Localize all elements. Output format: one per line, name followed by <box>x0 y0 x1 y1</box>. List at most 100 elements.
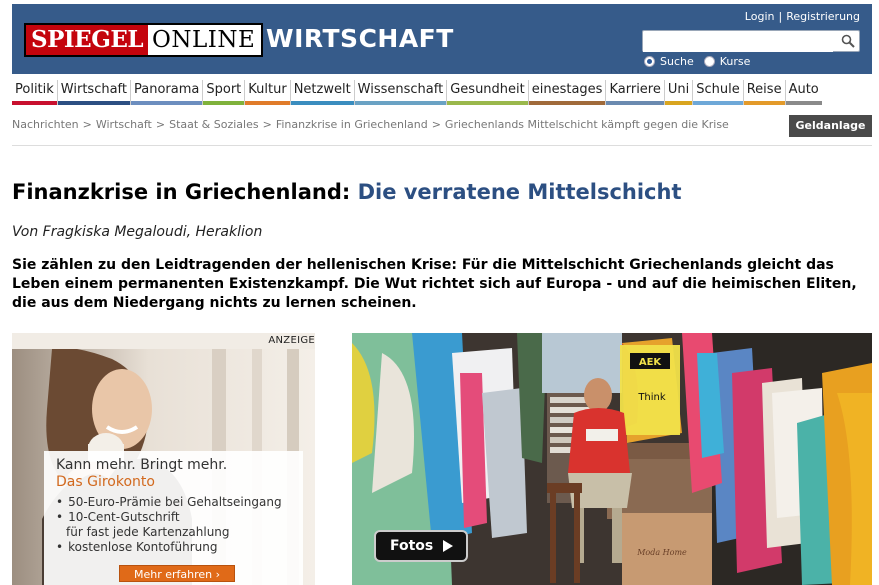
breadcrumb-item[interactable]: Nachrichten <box>12 118 79 131</box>
radio-kurse-label: Kurse <box>719 55 751 68</box>
user-links-separator: | <box>778 10 783 23</box>
search-input[interactable] <box>643 32 833 52</box>
breadcrumb-current: Griechenlands Mittelschicht kämpft gegen… <box>444 118 729 131</box>
advertisement[interactable]: ANZEIGE Kann mehr. Bringt mehr. Das Giro… <box>12 333 315 585</box>
headline-title: Die verratene Mittelschicht <box>357 180 682 204</box>
nav-color-bar <box>693 101 743 105</box>
nav-color-bar <box>203 101 245 105</box>
logo-spiegel: SPIEGEL <box>26 25 149 55</box>
ad-text-card: Kann mehr. Bringt mehr. Das Girokonto • 5… <box>44 451 303 585</box>
search-scope: Suche Kurse <box>644 55 750 68</box>
nav-item-wissenschaft[interactable]: Wissenschaft <box>354 80 448 105</box>
ad-bullet-text: 10-Cent-Gutschrift <box>68 510 180 524</box>
ad-bullet-text: 50-Euro-Prämie bei Gehaltseingang <box>68 495 282 509</box>
nav-item-reise[interactable]: Reise <box>743 80 786 105</box>
search-box <box>642 30 860 52</box>
svg-text:Moda Home: Moda Home <box>636 548 687 557</box>
search-icon[interactable] <box>841 34 855 48</box>
nav-label: einestages <box>531 82 603 97</box>
nav-label: Politik <box>15 82 54 97</box>
nav-color-bar <box>528 101 606 105</box>
ad-bullet-text: kostenlose Kontoführung <box>68 540 218 554</box>
nav-item-schule[interactable]: Schule <box>693 80 744 105</box>
nav-item-uni[interactable]: Uni <box>664 80 694 105</box>
article-headline: Finanzkrise in Griechenland: Die verrate… <box>12 180 682 204</box>
ad-bullet: • kostenlose Kontoführung <box>56 540 303 555</box>
nav-item-auto[interactable]: Auto <box>785 80 822 105</box>
user-links: Login | Registrierung <box>745 10 860 23</box>
breadcrumb: Nachrichten > Wirtschaft > Staat & Soziales >… <box>12 118 729 131</box>
svg-text:AEK: AEK <box>639 357 663 368</box>
nav-label: Reise <box>746 82 782 97</box>
breadcrumb-separator: > <box>262 118 272 131</box>
breadcrumb-separator: > <box>82 118 92 131</box>
nav-color-bar <box>606 101 664 105</box>
svg-text:Think: Think <box>637 392 666 403</box>
login-link[interactable]: Login <box>745 10 775 23</box>
geldanlage-button[interactable]: Geldanlage <box>789 115 872 137</box>
nav-item-panorama[interactable]: Panorama <box>131 80 204 105</box>
article-author: Von Fragkiska Megaloudi, Heraklion <box>12 224 263 240</box>
ad-bullet-list: • 50-Euro-Prämie bei Gehaltseingang • 10-C… <box>56 495 303 555</box>
nav-color-bar <box>12 101 57 105</box>
ad-bullet: • 50-Euro-Prämie bei Gehaltseingang <box>56 495 303 510</box>
nav-label: Karriere <box>609 82 661 97</box>
main-navigation: Politik Wirtschaft Panorama Sport Kultur… <box>12 80 872 106</box>
radio-checked-icon <box>644 56 655 67</box>
nav-label: Uni <box>667 82 690 97</box>
ad-bullet: • 10-Cent-Gutschrift <box>56 510 303 525</box>
bullet-icon: • <box>56 510 64 524</box>
breadcrumb-item[interactable]: Staat & Soziales <box>169 118 259 131</box>
article-teaser: Sie zählen zu den Leidtragenden der hell… <box>12 257 857 311</box>
nav-color-bar <box>290 101 354 105</box>
nav-label: Panorama <box>134 82 200 97</box>
nav-item-karriere[interactable]: Karriere <box>606 80 665 105</box>
nav-color-bar <box>131 101 203 105</box>
fotos-label: Fotos <box>390 538 434 554</box>
nav-color-bar <box>785 101 822 105</box>
radio-suche-label: Suche <box>660 55 694 68</box>
fotos-gallery-button[interactable]: Fotos <box>374 530 468 562</box>
bullet-icon: • <box>56 540 64 554</box>
nav-item-gesundheit[interactable]: Gesundheit <box>447 80 529 105</box>
play-icon <box>443 540 454 552</box>
nav-color-bar <box>447 101 528 105</box>
nav-item-politik[interactable]: Politik <box>12 80 58 105</box>
breadcrumb-separator: > <box>155 118 166 131</box>
headline-kicker: Finanzkrise in Griechenland: <box>12 180 351 204</box>
nav-item-kultur[interactable]: Kultur <box>245 80 291 105</box>
nav-label: Schule <box>696 82 740 97</box>
nav-label: Wirtschaft <box>60 82 127 97</box>
ad-label: ANZEIGE <box>268 335 315 346</box>
breadcrumb-item[interactable]: Wirtschaft <box>96 118 152 131</box>
register-link[interactable]: Registrierung <box>786 10 860 23</box>
radio-unchecked-icon <box>703 56 715 67</box>
logo-online: ONLINE <box>152 27 256 53</box>
radio-suche[interactable]: Suche <box>644 55 694 68</box>
ad-bullet-text: für fast jede Kartenzahlung <box>66 525 230 539</box>
nav-item-netzwelt[interactable]: Netzwelt <box>290 80 355 105</box>
nav-color-bar <box>743 101 785 105</box>
ad-bullet-continuation: für fast jede Kartenzahlung <box>56 525 303 540</box>
nav-item-einestages[interactable]: einestages <box>528 80 607 105</box>
nav-label: Gesundheit <box>450 82 525 97</box>
nav-label: Kultur <box>248 82 287 97</box>
nav-label: Auto <box>788 82 819 97</box>
article-photo[interactable]: AEK Think Moda Home Fotos <box>352 333 872 585</box>
nav-item-sport[interactable]: Sport <box>203 80 246 105</box>
nav-color-bar <box>245 101 290 105</box>
spiegel-online-logo[interactable]: SPIEGEL ONLINE <box>24 23 264 57</box>
nav-item-wirtschaft[interactable]: Wirtschaft <box>57 80 131 105</box>
ad-cta-button[interactable]: Mehr erfahren › <box>119 565 235 582</box>
nav-color-bar <box>354 101 447 105</box>
nav-color-bar <box>664 101 693 105</box>
section-title[interactable]: WIRTSCHAFT <box>266 24 454 53</box>
ad-product: Das Girokonto <box>56 474 155 490</box>
nav-label: Sport <box>206 82 242 97</box>
breadcrumb-item[interactable]: Finanzkrise in Griechenland <box>276 118 428 131</box>
ad-headline: Kann mehr. Bringt mehr. <box>56 457 228 473</box>
nav-label: Wissenschaft <box>357 82 444 97</box>
bullet-icon: • <box>56 495 64 509</box>
nav-label: Netzwelt <box>293 82 351 97</box>
radio-kurse[interactable]: Kurse <box>703 55 751 68</box>
